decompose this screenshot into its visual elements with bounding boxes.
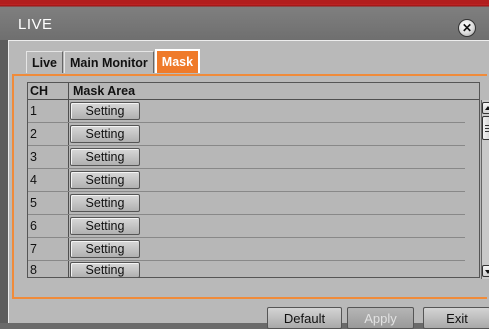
setting-button[interactable]: Setting [70,261,140,278]
mask-table: CH Mask Area 1 Setting 2 Setting 3 Setti… [27,82,489,279]
setting-button[interactable]: Setting [70,194,140,212]
scroll-down-arrow-icon[interactable] [482,265,489,277]
tab-main-monitor[interactable]: Main Monitor [64,51,154,73]
scrollbar-thumb[interactable] [482,116,489,140]
table-row: 2 Setting [28,123,465,146]
tab-bar: Live Main Monitor Mask [26,49,201,73]
table-row: 4 Setting [28,169,465,192]
scroll-up-arrow-icon[interactable] [482,102,489,114]
channel-number: 2 [28,123,69,145]
main-panel: Live Main Monitor Mask CH Mask Area 1 Se… [8,40,489,329]
channel-number: 7 [28,238,69,260]
mask-tab-content: CH Mask Area 1 Setting 2 Setting 3 Setti… [12,74,489,299]
setting-button[interactable]: Setting [70,125,140,143]
channel-number: 1 [28,100,69,122]
channel-number: 8 [28,261,69,278]
close-icon[interactable]: ✕ [458,19,476,37]
setting-button[interactable]: Setting [70,240,140,258]
tab-mask[interactable]: Mask [154,49,201,73]
column-header-mask-area: Mask Area [73,84,136,98]
apply-button[interactable]: Apply [347,307,414,329]
channel-number: 5 [28,192,69,214]
tab-live[interactable]: Live [26,51,64,73]
table-row: 1 Setting [28,100,465,123]
setting-button[interactable]: Setting [70,171,140,189]
table-row: 7 Setting [28,238,465,261]
vertical-scrollbar[interactable] [481,100,489,279]
live-window: LIVE ✕ Live Main Monitor Mask CH Mask Ar… [0,0,489,329]
setting-button[interactable]: Setting [70,102,140,120]
column-header-ch: CH [28,83,69,99]
channel-number: 6 [28,215,69,237]
table-row: 6 Setting [28,215,465,238]
table-row: 3 Setting [28,146,465,169]
title-bar: LIVE ✕ [0,4,489,40]
setting-button[interactable]: Setting [70,217,140,235]
default-button[interactable]: Default [267,307,342,329]
table-row: 8 Setting [28,261,465,278]
table-header: CH Mask Area [28,83,479,100]
channel-number: 3 [28,146,69,168]
setting-button[interactable]: Setting [70,148,140,166]
exit-button[interactable]: Exit [423,307,489,329]
channel-number: 4 [28,169,69,191]
table-row: 5 Setting [28,192,465,215]
window-title: LIVE [18,16,53,33]
